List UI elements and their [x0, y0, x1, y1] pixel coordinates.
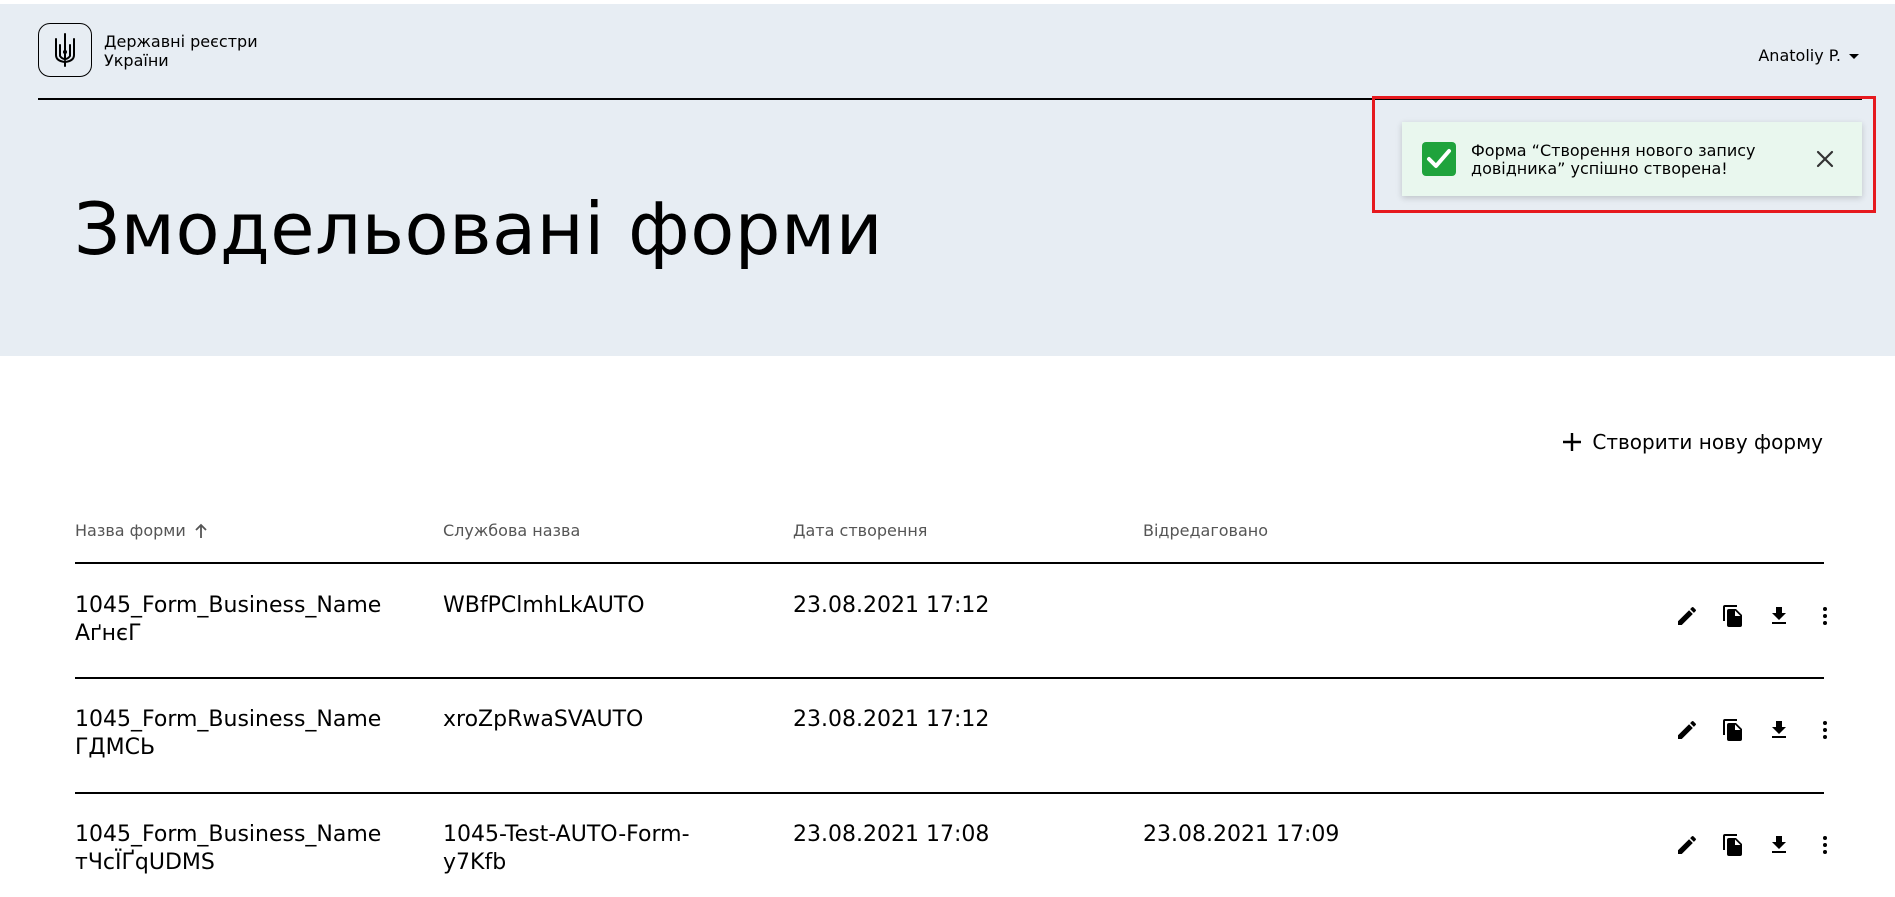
cell-text: y7Kfb — [443, 850, 507, 875]
download-icon — [1772, 721, 1786, 738]
cell-text: АґнєГ — [75, 621, 142, 646]
download-button[interactable] — [1756, 599, 1802, 633]
row-actions — [1664, 713, 1848, 747]
column-header-label: Назва форми — [75, 521, 186, 540]
coat-of-arms-logo[interactable] — [38, 23, 92, 77]
page-title: Змодельовані форми — [74, 187, 884, 271]
create-form-button[interactable]: Створити нову форму — [1562, 430, 1823, 454]
trident-icon — [55, 33, 75, 67]
download-icon — [1772, 836, 1786, 853]
cell-text: ГДМСЬ — [75, 735, 156, 760]
download-button[interactable] — [1756, 713, 1802, 747]
plus-icon — [1563, 433, 1582, 451]
close-icon[interactable] — [1810, 144, 1840, 174]
toast-message-line-2: довідника” успішно створена! — [1471, 159, 1728, 178]
more-vertical-icon — [1823, 607, 1827, 625]
copy-icon — [1723, 605, 1742, 627]
cell-text: 1045_Form_Business_Name — [75, 822, 382, 847]
column-header-label: Відредаговано — [1143, 521, 1269, 540]
create-form-label: Створити нову форму — [1592, 430, 1823, 454]
column-header-label: Дата створення — [793, 521, 928, 540]
pencil-icon — [1678, 606, 1697, 625]
row-divider — [75, 792, 1824, 794]
table-divider — [75, 562, 1824, 564]
cell-created: 23.08.2021 17:12 — [793, 593, 990, 618]
copy-icon — [1723, 719, 1742, 741]
cell-service-name: 1045-Test-AUTO-Form- y7Kfb — [443, 821, 690, 877]
edit-button[interactable] — [1664, 828, 1710, 862]
cell-text: 1045-Test-AUTO-Form- — [443, 822, 690, 847]
more-button[interactable] — [1802, 599, 1848, 633]
cell-service-name: xroZpRwaSVAUTO — [443, 706, 643, 734]
cell-text: xroZpRwaSVAUTO — [443, 707, 644, 732]
download-button[interactable] — [1756, 828, 1802, 862]
copy-button[interactable] — [1710, 828, 1756, 862]
toast-message: Форма “Створення нового запису довідника… — [1471, 142, 1801, 178]
cell-text: 1045_Form_Business_Name — [75, 593, 382, 618]
copy-button[interactable] — [1710, 599, 1756, 633]
brand-line-2: України — [104, 51, 169, 70]
more-vertical-icon — [1823, 836, 1827, 854]
cell-form-name: 1045_Form_Business_Name АґнєГ — [75, 592, 381, 648]
column-header-label: Службова назва — [443, 521, 581, 540]
download-icon — [1772, 607, 1786, 624]
caret-down-icon — [1849, 54, 1859, 59]
row-actions — [1664, 828, 1848, 862]
cell-edited: 23.08.2021 17:09 — [1143, 822, 1340, 847]
user-menu[interactable]: Anatoliy P. — [1758, 46, 1859, 65]
cell-text: тЧсЇҐqUDMS — [75, 850, 215, 875]
user-name: Anatoliy P. — [1758, 46, 1841, 65]
cell-created: 23.08.2021 17:08 — [793, 822, 990, 847]
check-icon — [1422, 142, 1456, 176]
cell-service-name: WBfPClmhLkAUTO — [443, 592, 645, 620]
more-button[interactable] — [1802, 713, 1848, 747]
edit-button[interactable] — [1664, 599, 1710, 633]
success-toast: Форма “Створення нового запису довідника… — [1402, 122, 1862, 196]
more-vertical-icon — [1823, 721, 1827, 739]
pencil-icon — [1678, 835, 1697, 854]
column-header-form-name[interactable]: Назва форми — [75, 521, 208, 540]
toast-message-line-1: Форма “Створення нового запису — [1471, 141, 1756, 160]
more-button[interactable] — [1802, 828, 1848, 862]
column-header-edited[interactable]: Відредаговано — [1143, 521, 1268, 540]
arrow-up-icon[interactable] — [194, 523, 208, 539]
cell-form-name: 1045_Form_Business_Name тЧсЇҐqUDMS — [75, 821, 381, 877]
cell-created: 23.08.2021 17:12 — [793, 707, 990, 732]
row-divider — [75, 677, 1824, 679]
edit-button[interactable] — [1664, 713, 1710, 747]
column-header-service-name[interactable]: Службова назва — [443, 521, 580, 540]
cell-text: WBfPClmhLkAUTO — [443, 593, 645, 618]
cell-text: 1045_Form_Business_Name — [75, 707, 382, 732]
column-header-created[interactable]: Дата створення — [793, 521, 927, 540]
brand-line-1: Державні реєстри — [104, 32, 258, 51]
copy-button[interactable] — [1710, 713, 1756, 747]
brand-name: Державні реєстри України — [104, 32, 258, 70]
row-actions — [1664, 599, 1848, 633]
cell-form-name: 1045_Form_Business_Name ГДМСЬ — [75, 706, 381, 762]
copy-icon — [1723, 834, 1742, 856]
pencil-icon — [1678, 720, 1697, 739]
